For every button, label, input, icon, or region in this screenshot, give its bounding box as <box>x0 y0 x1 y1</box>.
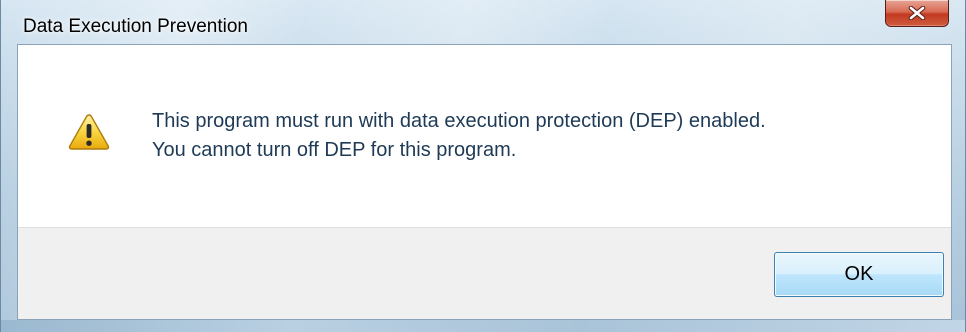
message-area: This program must run with data executio… <box>18 45 951 227</box>
window-title: Data Execution Prevention <box>23 16 248 37</box>
message-line-2: You cannot turn off DEP for this program… <box>152 139 517 161</box>
message-text: This program must run with data executio… <box>152 107 766 165</box>
title-bar[interactable]: Data Execution Prevention <box>1 0 965 44</box>
button-area: OK <box>18 227 951 319</box>
dialog-window: Data Execution Prevention This program m… <box>0 0 966 332</box>
close-icon <box>908 6 926 20</box>
ok-button[interactable]: OK <box>774 252 944 297</box>
close-button[interactable] <box>885 0 949 27</box>
warning-icon <box>68 113 110 151</box>
dialog-content: This program must run with data executio… <box>17 44 952 320</box>
message-line-1: This program must run with data executio… <box>152 110 766 132</box>
window-bottom-frame <box>1 320 965 332</box>
